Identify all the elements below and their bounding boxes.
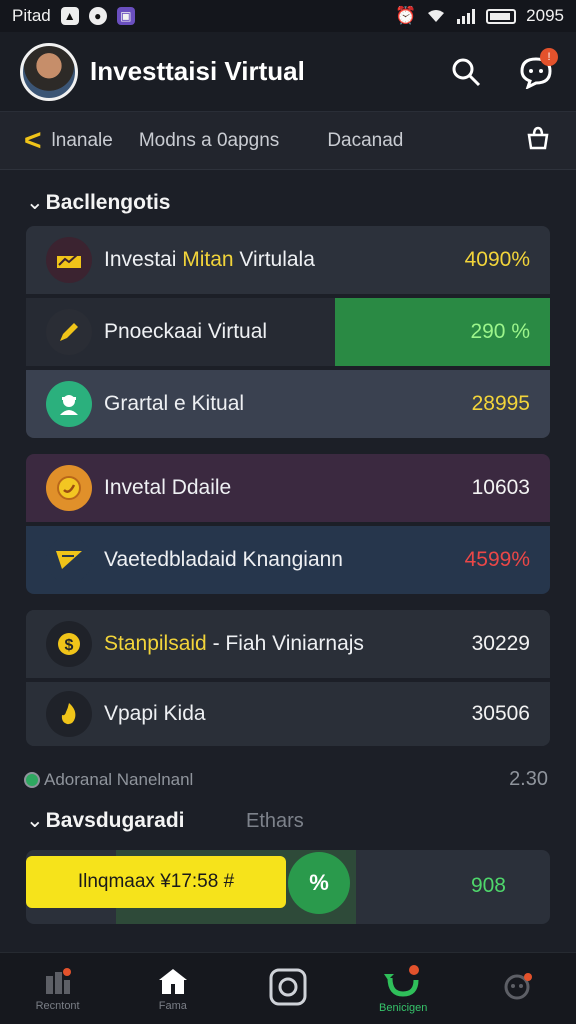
sub-nav: < lnanale Modns a 0apgns Dacanad	[0, 112, 576, 170]
row-label: Pnoeckaai Virtual	[104, 320, 268, 343]
refresh-icon	[384, 964, 420, 997]
alarm-icon: ⏰	[395, 6, 417, 25]
ticket-icon	[46, 537, 92, 583]
page-title: Investtaisi Virtual	[90, 56, 305, 86]
section-heading-1[interactable]: ⌄Bacllengotis	[26, 190, 170, 215]
nav-label: Fama	[158, 999, 187, 1012]
app-header: Investtaisi Virtual !	[0, 32, 576, 112]
list-item[interactable]: Vpapi Kida 30506	[26, 678, 550, 746]
advanced-label: Adoranal Nanelnanl	[44, 769, 194, 789]
investment-list-2: Invetal Ddaile 10603 Vaetedbladaid Knang…	[26, 454, 550, 594]
avatar[interactable]	[20, 42, 78, 101]
carrier-text: Pitad	[12, 6, 51, 25]
advanced-info-row[interactable]: Adoranal Nanelnanl 2.30	[24, 768, 548, 791]
investment-list-1: Investai Mitan Virtulala 4090% Pnoeckaai…	[26, 226, 550, 438]
row-value: 290 %	[470, 320, 530, 343]
back-chevron-icon[interactable]: <	[24, 125, 42, 156]
pencil-icon	[46, 309, 92, 355]
percent-button[interactable]: %	[288, 852, 350, 914]
list-item[interactable]: Grartal e Kitual 28995	[26, 370, 550, 438]
nav-item-benefits[interactable]: Benicigen	[346, 953, 461, 1024]
status-bar: Pitad ▲ ● ▣ ⏰ 2095	[0, 0, 576, 32]
row-label-highlight: Stanpilsaid	[104, 632, 207, 655]
search-icon	[452, 58, 481, 86]
invest-button[interactable]: Ilnqmaax ¥17:58 #	[26, 856, 286, 908]
row-value: 4090%	[464, 248, 530, 271]
battery-icon	[486, 8, 517, 24]
row-label: - Fiah Viniarnajs	[206, 632, 364, 655]
chevron-down-icon: ⌄	[26, 191, 44, 214]
bottom-nav: Recntont Fama Benicigen	[0, 952, 576, 1024]
nav-item-support[interactable]	[461, 953, 576, 1024]
list-item[interactable]: Vaetedbladaid Knangiann 4599%	[26, 526, 550, 594]
bag-icon[interactable]	[524, 124, 552, 157]
list-item[interactable]: $ Stanpilsaid - Fiah Viniarnajs 30229	[26, 610, 550, 678]
tab-modules[interactable]: Modns a 0apgns	[139, 130, 280, 152]
row-label: Invetal Ddaile	[104, 476, 232, 499]
notification-badge: !	[540, 47, 558, 66]
row-value: 30506	[471, 702, 530, 725]
clock-text: 2095	[526, 6, 564, 25]
chat-button[interactable]: !	[516, 47, 558, 92]
investment-list-3: $ Stanpilsaid - Fiah Viniarnajs 30229 Vp…	[26, 610, 550, 746]
flame-icon	[46, 691, 92, 737]
row-label: Grartal e Kitual	[104, 392, 245, 415]
advanced-value: 2.30	[509, 768, 548, 790]
center-icon	[269, 968, 307, 1005]
row-value: 30229	[471, 632, 530, 655]
row-label: Vaetedbladaid Knangiann	[104, 548, 343, 571]
support-icon	[504, 972, 533, 999]
dollar-icon: $	[46, 621, 92, 667]
row-label-tail: Virtulala	[233, 248, 315, 271]
pie-icon	[24, 771, 40, 788]
list-item[interactable]: Investai Mitan Virtulala 4090%	[26, 226, 550, 294]
home-icon	[158, 968, 187, 994]
image-icon: ▲	[60, 7, 79, 25]
tab-others[interactable]: Ethars	[246, 810, 304, 833]
chart-icon	[46, 237, 92, 283]
row-value: 4599%	[464, 548, 530, 571]
action-card: Ilnqmaax ¥17:58 # % 908	[26, 850, 550, 924]
coin-icon	[46, 465, 92, 511]
section-heading-2[interactable]: ⌄Bavsdugaradi	[26, 808, 185, 833]
list-item[interactable]: Pnoeckaai Virtual 290 %	[26, 298, 550, 366]
row-label-highlight: Mitan	[182, 248, 234, 271]
circle-icon: ●	[88, 7, 107, 25]
wifi-icon	[428, 10, 445, 22]
app-icon: ▣	[116, 7, 135, 25]
nav-item-center[interactable]	[230, 953, 345, 1024]
signal-icon	[457, 9, 476, 24]
row-label: Vpapi Kida	[104, 702, 206, 725]
nav-label: Recntont	[35, 999, 80, 1012]
row-value: 10603	[471, 476, 530, 499]
svg-text:$: $	[65, 637, 74, 654]
nav-label: Benicigen	[379, 1001, 428, 1014]
row-label: Investai	[104, 248, 183, 271]
row-value: 28995	[471, 392, 530, 415]
tab-home[interactable]: lnanale	[52, 130, 113, 152]
search-button[interactable]	[446, 52, 486, 92]
action-value: 908	[470, 874, 506, 897]
section-title: Bacllengotis	[45, 191, 171, 214]
tab-dashboard[interactable]: Dacanad	[327, 130, 403, 152]
nav-item-home[interactable]: Fama	[115, 953, 230, 1024]
nav-item-recent[interactable]: Recntont	[0, 953, 115, 1024]
chevron-down-icon: ⌄	[26, 809, 44, 832]
list-item[interactable]: Invetal Ddaile 10603	[26, 454, 550, 522]
worker-icon	[46, 381, 92, 427]
section-title: Bavsdugaradi	[45, 809, 185, 832]
chart-bars-icon	[45, 967, 71, 994]
